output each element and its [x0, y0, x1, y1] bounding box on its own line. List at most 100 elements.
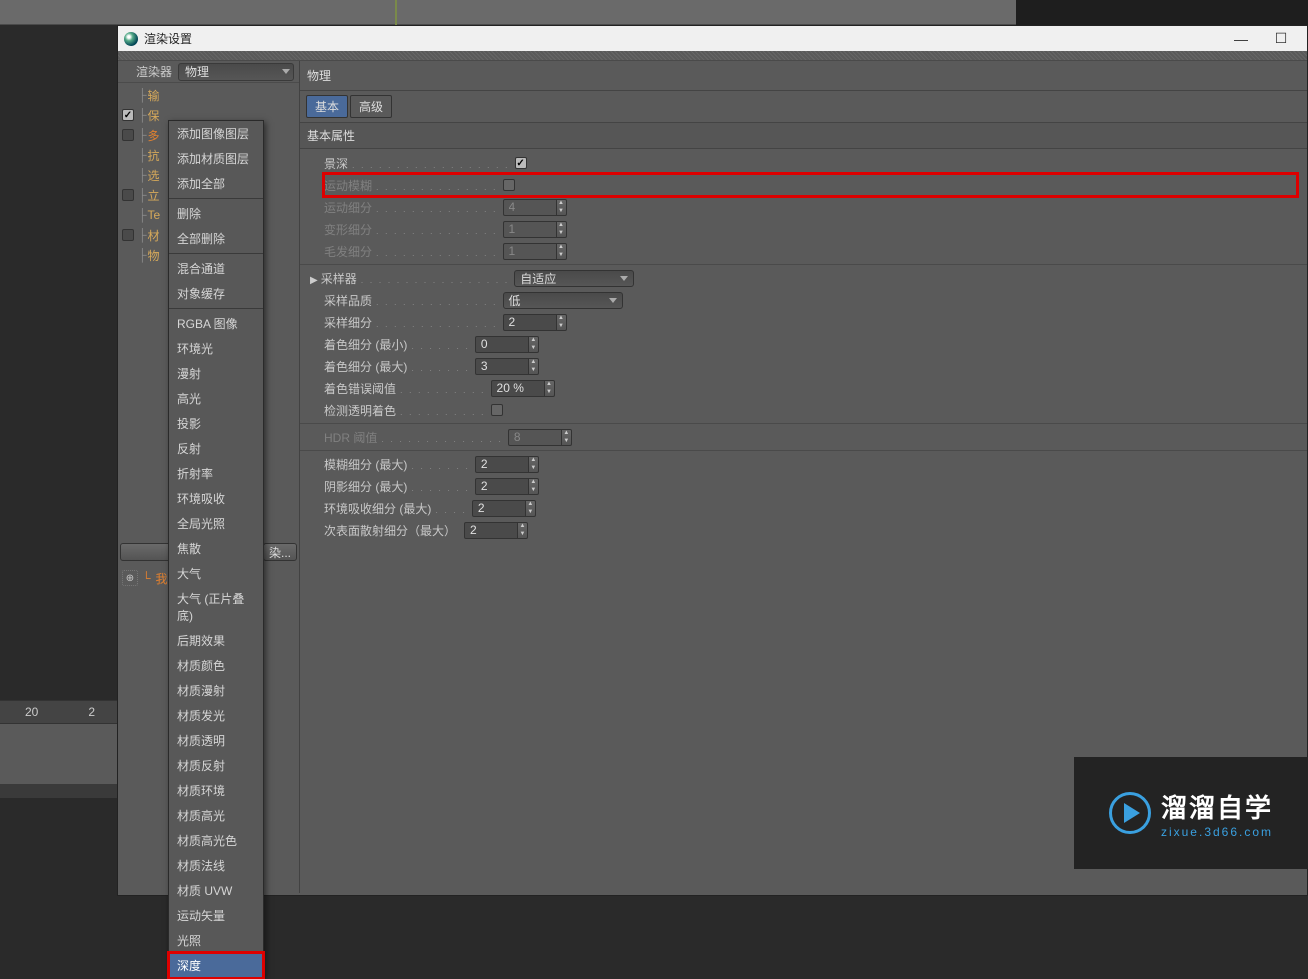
- tree-checkbox[interactable]: [122, 189, 134, 201]
- panel-title: 物理: [300, 61, 1307, 91]
- menu-item[interactable]: 光照: [169, 928, 263, 953]
- sample-sub-input[interactable]: ▲▼: [503, 314, 567, 331]
- tree-checkbox[interactable]: [122, 109, 134, 121]
- menu-item-depth[interactable]: 深度: [169, 953, 263, 978]
- section-basic-attrs: 基本属性: [300, 122, 1307, 149]
- depth-label: 景深. . . . . . . . . . . . . . . . . .: [324, 155, 512, 172]
- motion-sub-input[interactable]: ▲▼: [503, 199, 567, 216]
- shade-min-label: 着色细分 (最小). . . . . . .: [324, 336, 472, 353]
- menu-item[interactable]: 添加材质图层: [169, 146, 263, 171]
- deform-sub-input[interactable]: ▲▼: [503, 221, 567, 238]
- menu-item[interactable]: 运动矢量: [169, 903, 263, 928]
- multipass-menu[interactable]: 添加图像图层添加材质图层添加全部删除全部删除混合通道对象缓存 RGBA 图像环境光…: [168, 120, 264, 979]
- app-icon: [124, 32, 138, 46]
- renderer-dropdown[interactable]: 物理: [178, 63, 294, 81]
- hair-sub-input[interactable]: ▲▼: [503, 243, 567, 260]
- target-icon[interactable]: ⊕: [122, 570, 138, 586]
- menu-item[interactable]: 材质 UVW: [169, 878, 263, 903]
- shadow-max-label: 阴影细分 (最大). . . . . . .: [324, 478, 472, 495]
- tree-label: 输: [148, 87, 160, 104]
- menu-item[interactable]: 环境光: [169, 336, 263, 361]
- tree-checkbox[interactable]: [122, 129, 134, 141]
- menu-item[interactable]: 材质高光色: [169, 828, 263, 853]
- motion-sub-label: 运动细分. . . . . . . . . . . . . .: [324, 199, 500, 216]
- sss-max-input[interactable]: ▲▼: [464, 522, 528, 539]
- blur-max-input[interactable]: ▲▼: [475, 456, 539, 473]
- tree-label: 多: [148, 127, 160, 144]
- tab-advanced[interactable]: 高级: [350, 95, 392, 118]
- play-icon: [1109, 792, 1151, 834]
- tab-basic[interactable]: 基本: [306, 95, 348, 118]
- detect-trans-checkbox[interactable]: [491, 404, 503, 416]
- shade-min-input[interactable]: ▲▼: [475, 336, 539, 353]
- menu-item[interactable]: 投影: [169, 411, 263, 436]
- timeline-ruler: 202: [0, 700, 120, 724]
- maximize-button[interactable]: ☐: [1261, 27, 1301, 51]
- sampler-dropdown[interactable]: 自适应: [514, 270, 634, 287]
- tree-checkbox[interactable]: [122, 229, 134, 241]
- ao-max-input[interactable]: ▲▼: [472, 500, 536, 517]
- hdr-input[interactable]: ▲▼: [508, 429, 572, 446]
- menu-item[interactable]: 材质漫射: [169, 678, 263, 703]
- window-title: 渲染设置: [144, 30, 192, 47]
- menu-item[interactable]: 全部删除: [169, 226, 263, 251]
- sampler-label: ▶采样器. . . . . . . . . . . . . . . . .: [324, 270, 511, 287]
- menu-item[interactable]: 对象缓存: [169, 281, 263, 306]
- tree-label: 抗: [148, 147, 160, 164]
- sample-sub-label: 采样细分. . . . . . . . . . . . . .: [324, 314, 500, 331]
- ao-max-label: 环境吸收细分 (最大). . . .: [324, 500, 469, 517]
- sss-max-label: 次表面散射细分（最大）: [324, 522, 461, 539]
- shade-max-input[interactable]: ▲▼: [475, 358, 539, 375]
- tree-label: 立: [148, 187, 160, 204]
- titlebar[interactable]: 渲染设置 — ☐: [118, 26, 1307, 51]
- menu-item[interactable]: 漫射: [169, 361, 263, 386]
- watermark-url: zixue.3d66.com: [1161, 825, 1273, 839]
- menu-item[interactable]: 材质发光: [169, 703, 263, 728]
- drag-handle[interactable]: [118, 51, 1307, 61]
- menu-item[interactable]: 大气 (正片叠底): [169, 586, 263, 628]
- menu-item[interactable]: 混合通道: [169, 256, 263, 281]
- tree-label: 保: [148, 107, 160, 124]
- menu-item[interactable]: 全局光照: [169, 511, 263, 536]
- menu-item[interactable]: 反射: [169, 436, 263, 461]
- menu-item[interactable]: 添加全部: [169, 171, 263, 196]
- detect-trans-label: 检测透明着色. . . . . . . . . .: [324, 402, 488, 419]
- shade-err-label: 着色错误阈值. . . . . . . . . .: [324, 380, 488, 397]
- menu-item[interactable]: 材质颜色: [169, 653, 263, 678]
- shade-max-label: 着色细分 (最大). . . . . . .: [324, 358, 472, 375]
- blur-max-label: 模糊细分 (最大). . . . . . .: [324, 456, 472, 473]
- shadow-max-input[interactable]: ▲▼: [475, 478, 539, 495]
- menu-item[interactable]: 添加图像图层: [169, 121, 263, 146]
- hdr-label: HDR 阈值. . . . . . . . . . . . . .: [324, 429, 505, 446]
- menu-item[interactable]: 材质环境: [169, 778, 263, 803]
- render-button[interactable]: 染...: [263, 543, 297, 561]
- menu-item[interactable]: 高光: [169, 386, 263, 411]
- menu-item[interactable]: RGBA 图像: [169, 311, 263, 336]
- menu-item[interactable]: 环境吸收: [169, 486, 263, 511]
- depth-checkbox[interactable]: [515, 157, 527, 169]
- tree-label: 材: [148, 227, 160, 244]
- renderer-label: 渲染器: [136, 63, 172, 80]
- menu-item[interactable]: 材质透明: [169, 728, 263, 753]
- menu-item[interactable]: 后期效果: [169, 628, 263, 653]
- sample-quality-dropdown[interactable]: 低: [503, 292, 623, 309]
- shade-err-input[interactable]: ▲▼: [491, 380, 555, 397]
- tree-label: Te: [148, 208, 161, 222]
- menu-item[interactable]: 删除: [169, 201, 263, 226]
- watermark-title: 溜溜自学: [1161, 788, 1273, 825]
- hair-sub-label: 毛发细分. . . . . . . . . . . . . .: [324, 243, 500, 260]
- tree-label: 物: [148, 247, 160, 264]
- menu-item[interactable]: 焦散: [169, 536, 263, 561]
- menu-item[interactable]: 大气: [169, 561, 263, 586]
- sample-quality-label: 采样品质. . . . . . . . . . . . . .: [324, 292, 500, 309]
- menu-item[interactable]: 材质反射: [169, 753, 263, 778]
- deform-sub-label: 变形细分. . . . . . . . . . . . . .: [324, 221, 500, 238]
- tree-row[interactable]: ├输: [118, 85, 299, 105]
- menu-item[interactable]: 材质法线: [169, 853, 263, 878]
- tree-label: 选: [148, 167, 160, 184]
- motionblur-checkbox[interactable]: [503, 179, 515, 191]
- menu-item[interactable]: 材质高光: [169, 803, 263, 828]
- minimize-button[interactable]: —: [1221, 27, 1261, 51]
- watermark-overlay: 溜溜自学 zixue.3d66.com: [1074, 757, 1308, 869]
- menu-item[interactable]: 折射率: [169, 461, 263, 486]
